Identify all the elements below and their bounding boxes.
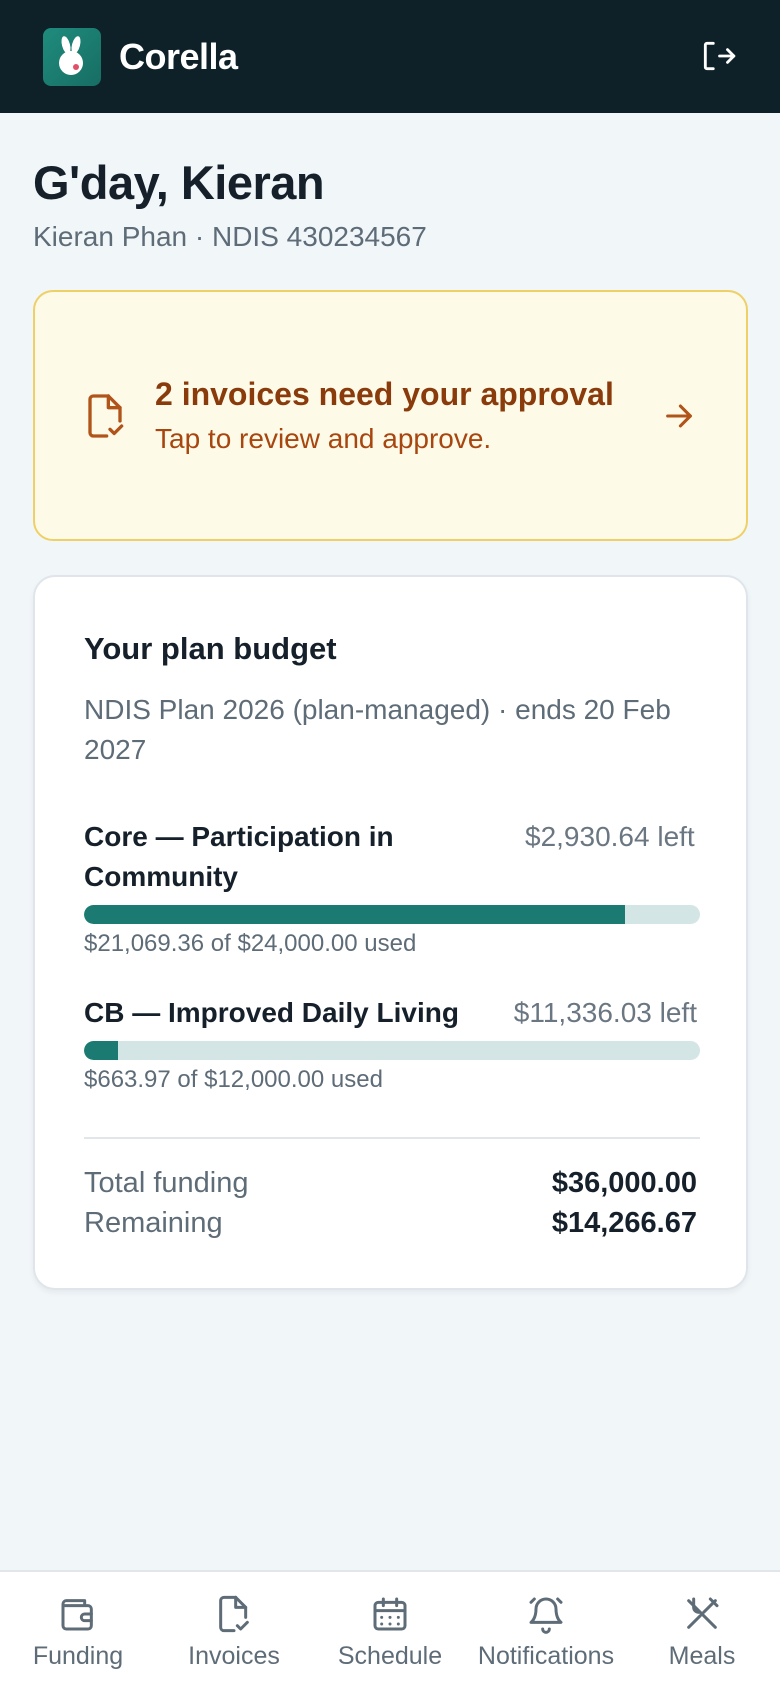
invoice-check-icon [219, 1595, 249, 1633]
app-name: Corella [119, 35, 238, 77]
total-funding-value: $36,000.00 [551, 1167, 697, 1199]
participant-info: Kieran Phan · NDIS 430234567 [33, 221, 427, 252]
category-progress-fill [84, 905, 625, 924]
invoice-check-icon [88, 393, 124, 438]
plan-budget-card: Your plan budget NDIS Plan 2026 (plan-ma… [33, 575, 748, 1290]
category-used: $21,069.36 of $24,000.00 used [84, 930, 417, 957]
alert-subtitle: Tap to review and approve. [155, 423, 492, 454]
utensils-icon [687, 1597, 719, 1629]
logout-button[interactable] [698, 36, 738, 76]
category-remaining: $11,336.03 left [513, 997, 697, 1028]
arrow-right-icon [666, 404, 692, 427]
nav-item-invoices[interactable]: Invoices [156, 1572, 312, 1688]
wallet-icon [61, 1599, 93, 1631]
calendar-icon [373, 1597, 407, 1631]
category-remaining: $2,930.64 left [525, 821, 695, 852]
category-progress-bar [84, 905, 700, 924]
greeting-title: G'day, Kieran [33, 156, 325, 209]
total-funding-label: Total funding [84, 1167, 249, 1199]
nav-label: Invoices [188, 1642, 280, 1670]
category-name: Core — Participation in Community [84, 821, 394, 892]
rabbit-logo-icon [59, 35, 83, 75]
nav-label: Funding [32, 1642, 124, 1670]
top-app-bar: Corella [0, 0, 780, 113]
nav-label: Notifications [477, 1642, 615, 1670]
category-name: CB — Improved Daily Living [84, 997, 459, 1028]
budget-title: Your plan budget [84, 631, 337, 666]
approval-alert-card[interactable]: 2 invoices need your approval Tap to rev… [33, 290, 748, 541]
alert-title: 2 invoices need your approval [155, 376, 614, 412]
remaining-label: Remaining [84, 1207, 223, 1239]
divider [84, 1137, 700, 1139]
nav-label: Meals [668, 1642, 736, 1670]
bell-icon [529, 1597, 563, 1634]
bottom-navigation: Funding Invoices Schedule Notifications [0, 1570, 780, 1688]
category-progress-fill [84, 1041, 119, 1060]
logout-icon [703, 41, 736, 71]
category-progress-bar [84, 1041, 700, 1060]
nav-item-meals[interactable]: Meals [624, 1572, 780, 1688]
app-logo[interactable] [43, 27, 101, 86]
nav-item-funding[interactable]: Funding [0, 1572, 156, 1688]
budget-plan-info: NDIS Plan 2026 (plan-managed) · ends 20 … [84, 694, 671, 765]
remaining-value: $14,266.67 [551, 1207, 697, 1239]
nav-item-notifications[interactable]: Notifications [468, 1572, 624, 1688]
nav-label: Schedule [337, 1642, 443, 1670]
nav-item-schedule[interactable]: Schedule [312, 1572, 468, 1688]
category-used: $663.97 of $12,000.00 used [84, 1066, 383, 1093]
